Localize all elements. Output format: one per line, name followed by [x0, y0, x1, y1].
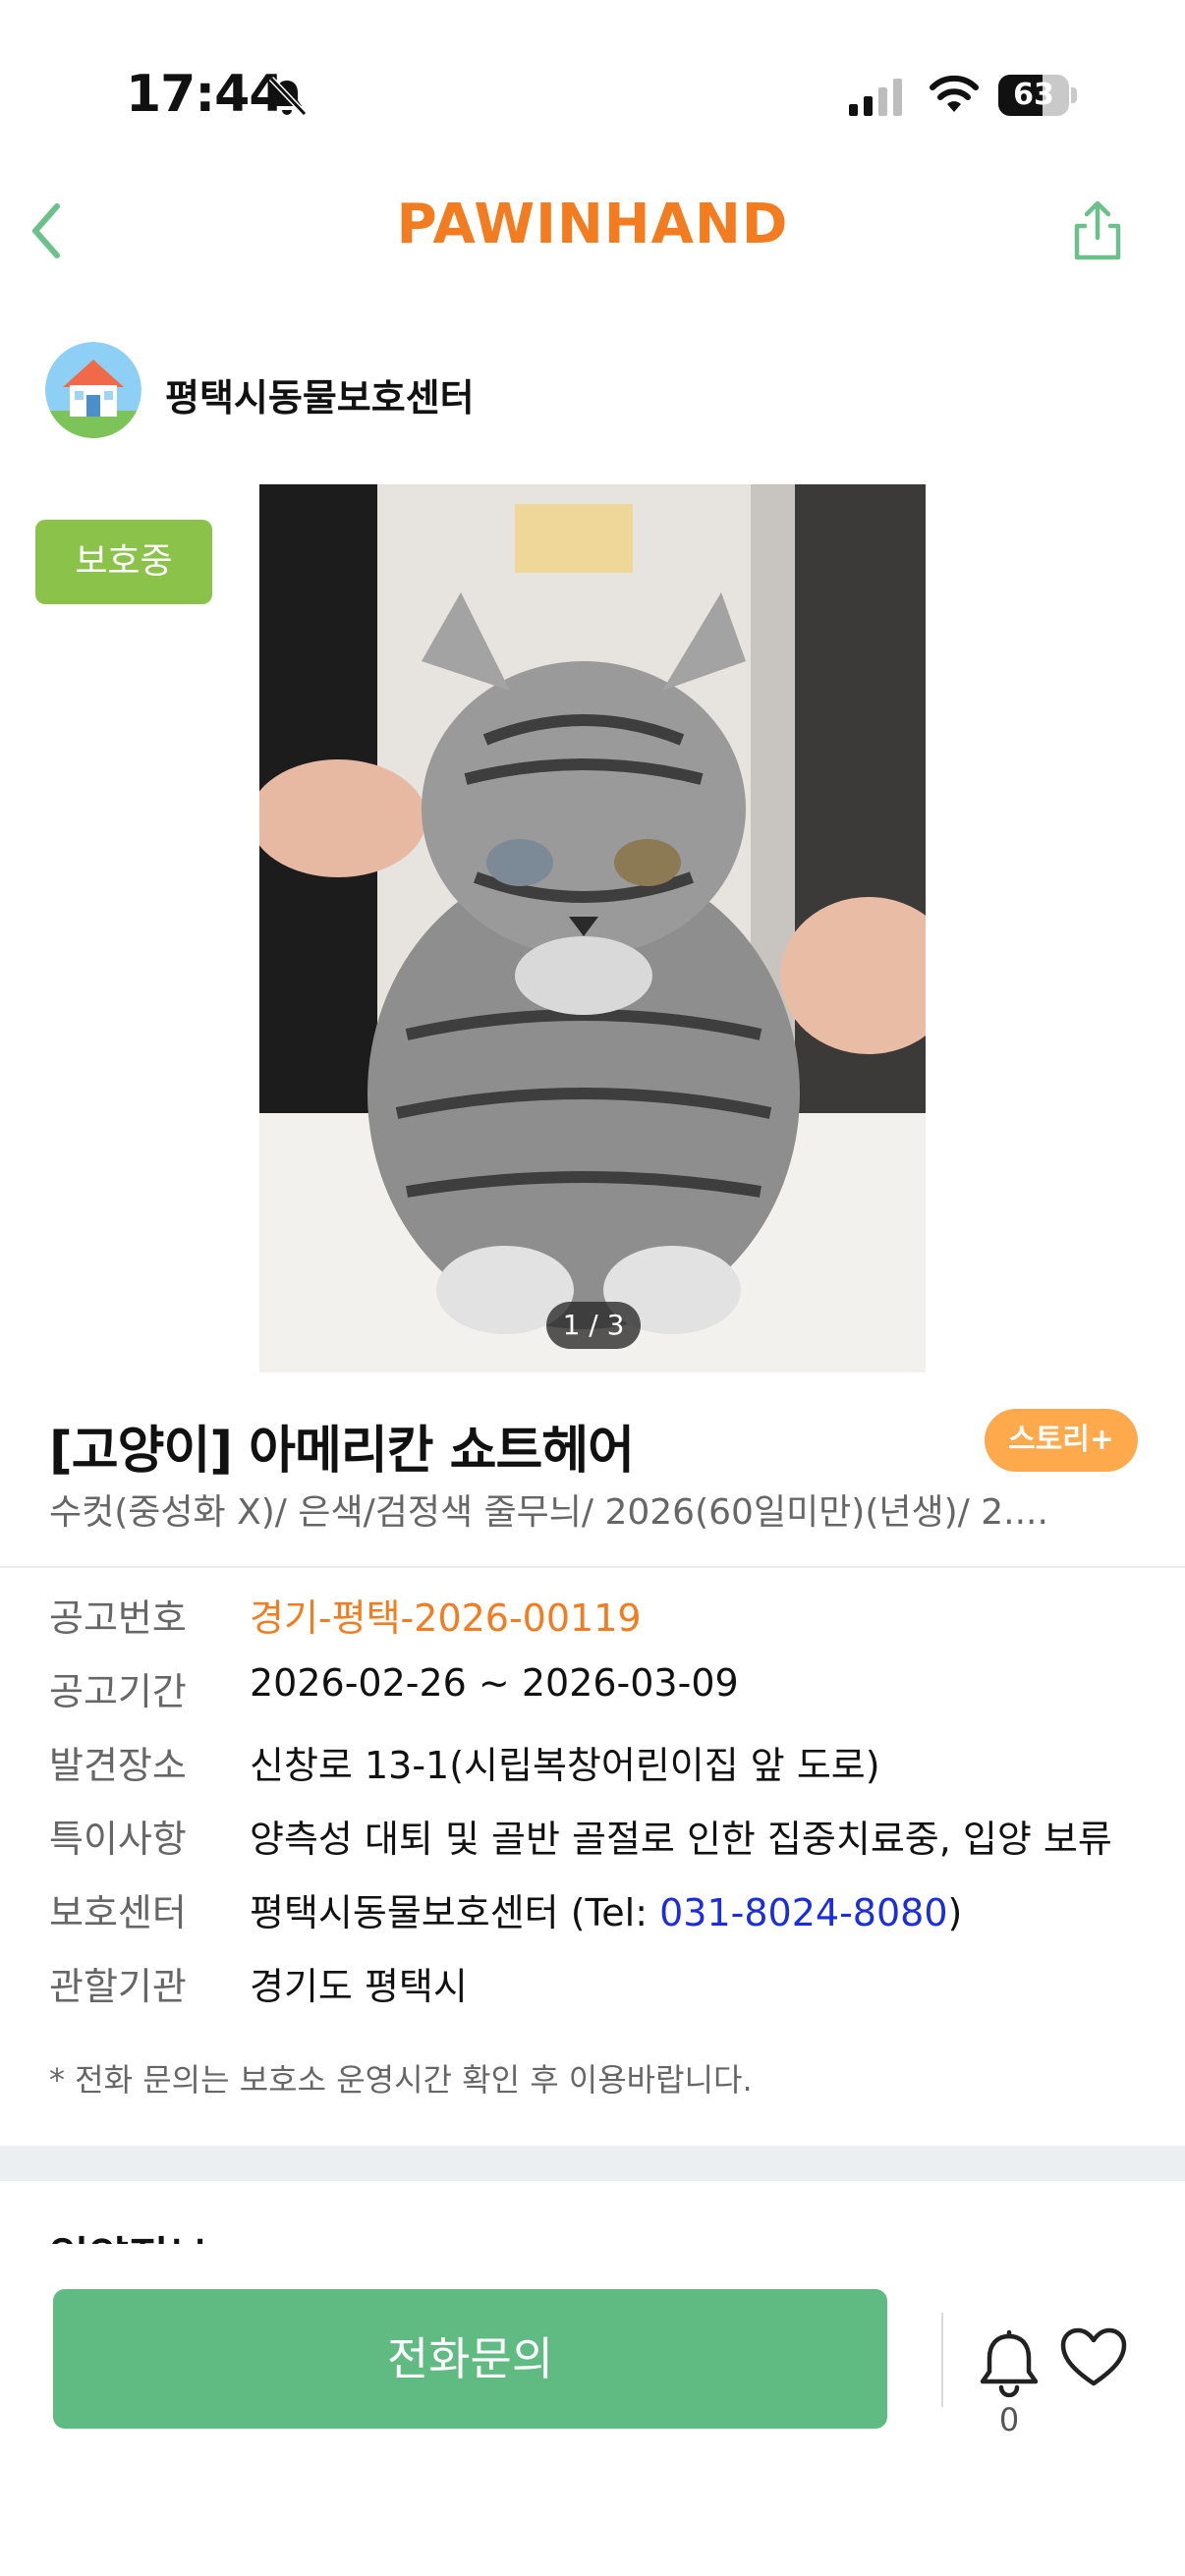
- info-label: 공고기간: [49, 1670, 187, 1713]
- pet-title: [고양이] 아메리칸 쇼트헤어: [49, 1422, 635, 1481]
- battery-level: 63: [1013, 78, 1054, 112]
- phone-link[interactable]: 031-8024-8080: [659, 1891, 947, 1934]
- pet-photo[interactable]: [259, 484, 926, 1372]
- status-badge: 보호중: [35, 520, 212, 604]
- divider: [0, 1566, 1185, 1568]
- found-place-value: 신창로 13-1(시립복창어린이집 앞 도로): [250, 1744, 880, 1787]
- divider: [941, 2313, 943, 2407]
- share-icon: [1074, 200, 1121, 260]
- next-section-title: 입양정보: [49, 2222, 208, 2244]
- share-button[interactable]: [1067, 200, 1128, 261]
- call-button[interactable]: 전화문의: [53, 2289, 887, 2429]
- photo-counter: 1 / 3: [546, 1302, 641, 1349]
- shelter-center-value: 평택시동물보호센터 (Tel: 031-8024-8080): [250, 1882, 962, 1936]
- center-suffix-text: ): [947, 1891, 963, 1934]
- heart-icon: [1060, 2327, 1127, 2386]
- bell-icon: [980, 2329, 1039, 2397]
- section-divider: [0, 2146, 1185, 2181]
- shelter-name[interactable]: 평택시동물보호센터: [165, 367, 475, 421]
- info-row-authority: 관할기관 경기도 평택시: [49, 1956, 1150, 2015]
- info-row-special-notes: 특이사항 양측성 대퇴 및 골반 골절로 인한 집중치료중, 입양 보류: [49, 1809, 1150, 1868]
- bell-slash-icon: [268, 76, 308, 117]
- alarm-button[interactable]: [975, 2326, 1044, 2397]
- notice-period-value: 2026-02-26 ~ 2026-03-09: [250, 1661, 739, 1705]
- authority-value: 경기도 평택시: [250, 1965, 468, 2008]
- status-time: 17:44: [126, 65, 285, 124]
- info-label: 보호센터: [49, 1891, 187, 1934]
- info-row-notice-number: 공고번호 경기-평택-2026-00119: [49, 1588, 1150, 1647]
- info-label: 공고번호: [49, 1596, 187, 1640]
- info-label: 발견장소: [49, 1744, 187, 1787]
- alarm-count: 0: [998, 2401, 1020, 2438]
- info-row-shelter-center: 보호센터 평택시동물보호센터 (Tel: 031-8024-8080): [49, 1882, 1150, 1941]
- battery-icon: 63: [998, 75, 1077, 116]
- center-name-text: 평택시동물보호센터 (Tel:: [250, 1891, 660, 1934]
- info-row-notice-period: 공고기간 2026-02-26 ~ 2026-03-09: [49, 1661, 1150, 1720]
- app-logo: PAWINHAND: [396, 193, 789, 256]
- special-notes-value: 양측성 대퇴 및 골반 골절로 인한 집중치료중, 입양 보류: [250, 1818, 1112, 1861]
- shelter-avatar[interactable]: [45, 342, 141, 438]
- phone-notice: * 전화 문의는 보호소 운영시간 확인 후 이용바랍니다.: [49, 2061, 753, 2099]
- info-label: 특이사항: [49, 1818, 187, 1861]
- like-button[interactable]: [1059, 2326, 1128, 2389]
- story-button[interactable]: 스토리+: [985, 1409, 1138, 1472]
- info-row-found-place: 발견장소 신창로 13-1(시립복창어린이집 앞 도로): [49, 1735, 1150, 1794]
- wifi-icon: [930, 75, 979, 112]
- notice-number-value: 경기-평택-2026-00119: [250, 1596, 642, 1640]
- signal-icon: [849, 79, 902, 116]
- info-label: 관할기관: [49, 1965, 187, 2008]
- pet-subtitle: 수컷(중성화 X)/ 은색/검정색 줄무늬/ 2026(60일미만)(년생)/ …: [49, 1492, 1048, 1533]
